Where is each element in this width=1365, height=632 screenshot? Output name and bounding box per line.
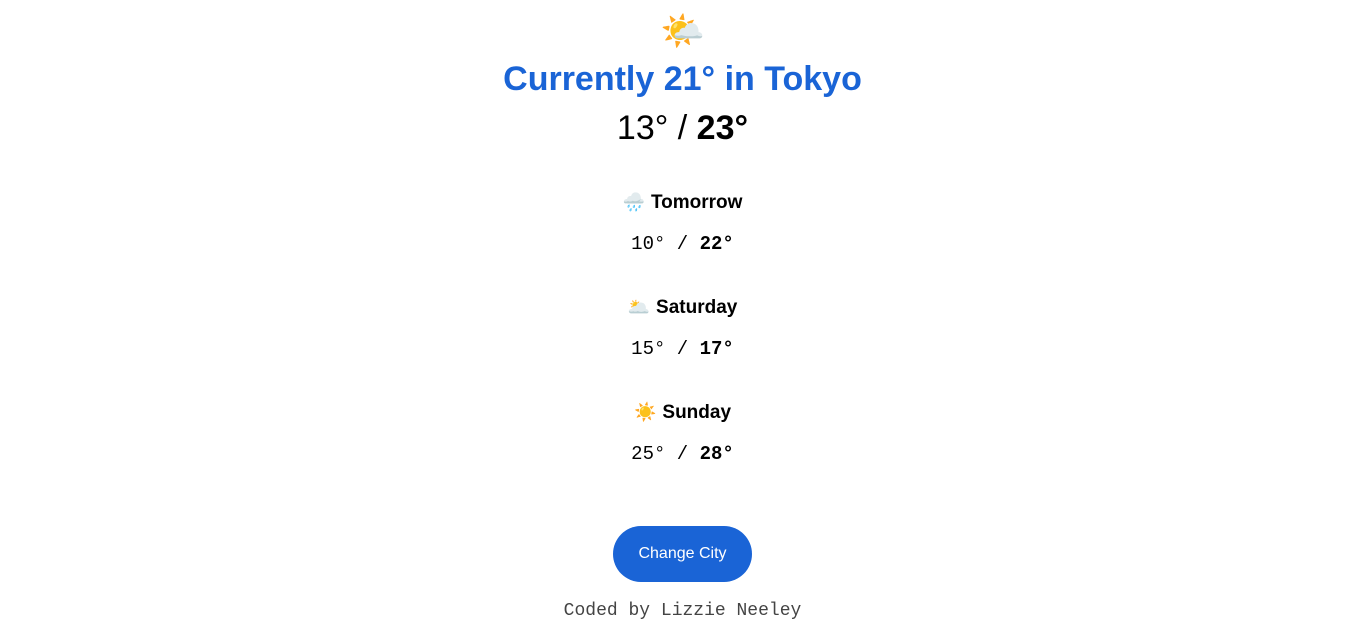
forecast-day-name: Tomorrow <box>650 192 743 213</box>
forecast-day-title: 🌧️ Tomorrow <box>0 189 1365 216</box>
current-high-temp: 23° <box>696 109 749 147</box>
temp-separator: / <box>668 109 697 147</box>
footer-credit: Coded by Lizzie Neeley <box>563 601 802 621</box>
temp-separator: / <box>665 443 700 465</box>
forecast-day-temps: 15° / 17° <box>0 336 1365 362</box>
current-temperature-range: 13° / 23° <box>0 106 1365 150</box>
forecast-day-temps: 10° / 22° <box>0 231 1365 257</box>
change-city-button[interactable]: Change City <box>613 526 752 582</box>
forecast-day-title: ☀️ Sunday <box>0 399 1365 426</box>
forecast-low-temp: 10° <box>631 233 666 255</box>
current-low-temp: 13° <box>616 109 669 147</box>
forecast-day-title: 🌥️ Saturday <box>0 294 1365 321</box>
current-weather-icon: 🌤️ <box>660 10 705 51</box>
temp-separator: / <box>665 338 700 360</box>
forecast-low-temp: 25° <box>631 443 666 465</box>
sun-icon: ☀️ <box>633 402 657 422</box>
forecast-high-temp: 22° <box>699 233 734 255</box>
forecast-low-temp: 15° <box>631 338 666 360</box>
forecast-day-name: Sunday <box>662 402 732 423</box>
button-container: Change City <box>0 526 1365 582</box>
forecast-high-temp: 17° <box>699 338 734 360</box>
forecast-day-temps: 25° / 28° <box>0 441 1365 467</box>
temp-separator: / <box>665 233 700 255</box>
rain-cloud-icon: 🌧️ <box>622 192 645 212</box>
cloudy-icon: 🌥️ <box>627 297 651 317</box>
forecast-high-temp: 28° <box>699 443 734 465</box>
current-weather-heading: Currently 21° in Tokyo <box>503 60 862 98</box>
forecast-day-name: Saturday <box>656 297 738 318</box>
